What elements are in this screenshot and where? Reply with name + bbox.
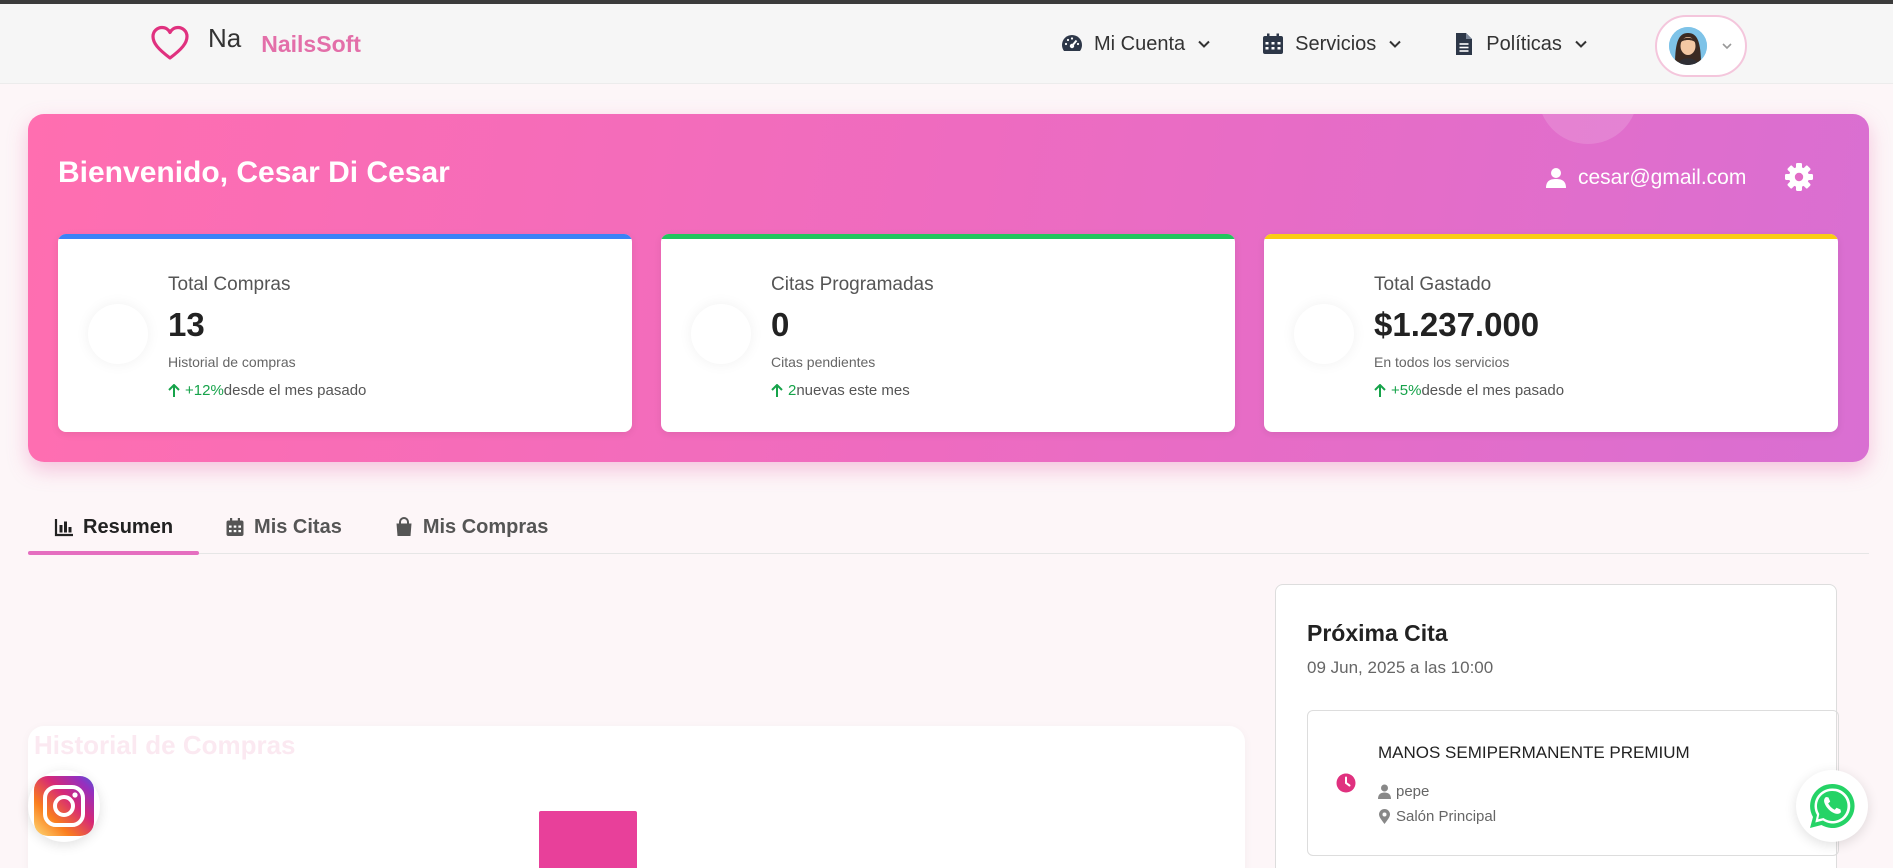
tab-label: Mis Compras	[422, 515, 549, 538]
service-name: MANOS SEMIPERMANENTE PREMIUM	[1378, 743, 1690, 762]
instagram-icon	[34, 776, 94, 836]
calendar-icon	[691, 304, 751, 364]
brand[interactable]: Na NailsSoft	[150, 22, 361, 64]
chevron-down-icon	[1198, 40, 1210, 48]
user-icon	[1546, 168, 1566, 188]
nav-label: Mi Cuenta	[1094, 32, 1186, 55]
purchase-history-panel: Historial de Compras	[28, 726, 1245, 868]
card-accent-bar	[1264, 234, 1838, 239]
trend-text: nuevas este mes	[796, 382, 910, 399]
decorative-bubble	[1538, 114, 1638, 144]
tab-label: Resumen	[83, 515, 174, 538]
nav-menu: Mi Cuenta Servicios Políticas	[1060, 32, 1638, 56]
chevron-down-icon	[1722, 43, 1732, 50]
heart-icon	[150, 24, 190, 64]
stat-label: Total Compras	[168, 274, 291, 295]
history-title: Historial de Compras	[34, 730, 296, 760]
document-icon	[1456, 33, 1473, 55]
card-accent-bar	[58, 234, 632, 239]
gauge-icon	[1062, 35, 1082, 51]
next-appointment-title: Próxima Cita	[1307, 620, 1448, 646]
tab-mis-citas[interactable]: Mis Citas	[199, 502, 368, 552]
stat-card-total-compras: Total Compras 13 Historial de compras +1…	[58, 234, 632, 432]
calendar-icon	[1263, 33, 1284, 54]
stat-value: 13	[168, 306, 205, 343]
stat-trend: +12% desde el mes pasado	[168, 382, 366, 399]
staff-name: pepe	[1396, 783, 1430, 800]
logo-image: Na	[208, 22, 242, 53]
location-name: Salón Principal	[1396, 808, 1497, 825]
stat-value: $1.237.000	[1374, 306, 1540, 343]
stat-subtitle: Historial de compras	[168, 354, 296, 370]
email-text: cesar@gmail.com	[1578, 166, 1747, 189]
map-pin-icon	[1379, 809, 1390, 824]
chevron-down-icon	[1575, 40, 1587, 48]
gear-icon[interactable]	[1784, 162, 1814, 192]
bag-icon	[396, 517, 412, 536]
user-icon	[1378, 784, 1391, 799]
calendar-icon	[226, 518, 244, 536]
instagram-button[interactable]	[28, 770, 100, 842]
card-accent-bar	[661, 234, 1235, 239]
staff-line: pepe	[1378, 783, 1429, 800]
arrow-up-icon	[168, 383, 180, 397]
tab-mis-compras[interactable]: Mis Compras	[368, 502, 575, 552]
wallet-icon	[1294, 304, 1354, 364]
trend-value: +5%	[1391, 382, 1422, 399]
appointment-detail[interactable]: MANOS SEMIPERMANENTE PREMIUM pepe Salón …	[1307, 710, 1839, 856]
profile-menu-button[interactable]	[1655, 15, 1747, 77]
arrow-up-icon	[1374, 383, 1386, 397]
stat-subtitle: En todos los servicios	[1374, 354, 1510, 370]
welcome-banner: Bienvenido, Cesar Di Cesar cesar@gmail.c…	[28, 114, 1869, 462]
whatsapp-icon	[1810, 783, 1855, 828]
clock-icon	[1336, 773, 1356, 793]
nav-politicas[interactable]: Políticas	[1452, 32, 1588, 56]
next-appointment-date: 09 Jun, 2025 a las 10:00	[1307, 658, 1494, 677]
nav-mi-cuenta[interactable]: Mi Cuenta	[1060, 32, 1211, 56]
trend-text: desde el mes pasado	[223, 382, 367, 399]
trend-text: desde el mes pasado	[1421, 382, 1565, 399]
stat-value: 0	[771, 306, 790, 343]
location-line: Salón Principal	[1378, 808, 1496, 825]
nav-label: Políticas	[1486, 32, 1562, 55]
nav-label: Servicios	[1295, 32, 1377, 55]
chart-bar	[539, 811, 637, 868]
stat-label: Citas Programadas	[771, 274, 934, 295]
stat-subtitle: Citas pendientes	[771, 354, 876, 370]
trend-value: 2	[788, 382, 797, 399]
tab-label: Mis Citas	[254, 515, 342, 538]
navbar: Na NailsSoft Mi Cuenta Servicios Polític…	[0, 4, 1893, 84]
home-icon	[88, 304, 148, 364]
trend-value: +12%	[185, 382, 224, 399]
stat-card-citas-programadas: Citas Programadas 0 Citas pendientes 2 n…	[661, 234, 1235, 432]
whatsapp-button[interactable]	[1796, 770, 1868, 842]
tab-resumen[interactable]: Resumen	[28, 502, 200, 555]
chart-icon	[54, 519, 73, 537]
chevron-down-icon	[1389, 40, 1402, 48]
stat-trend: 2 nuevas este mes	[771, 382, 910, 399]
avatar	[1669, 27, 1707, 65]
next-appointment-card: Próxima Cita 09 Jun, 2025 a las 10:00 MA…	[1275, 584, 1839, 868]
stat-card-total-gastado: Total Gastado $1.237.000 En todos los se…	[1264, 234, 1838, 432]
welcome-title: Bienvenido, Cesar Di Cesar	[58, 156, 450, 189]
stat-trend: +5% desde el mes pasado	[1374, 382, 1564, 399]
nav-servicios[interactable]: Servicios	[1261, 32, 1402, 56]
user-email: cesar@gmail.com	[1546, 166, 1746, 190]
dashboard-tabs: Resumen Mis Citas Mis Compras	[28, 502, 1869, 555]
stat-label: Total Gastado	[1374, 274, 1492, 295]
brand-name: NailsSoft	[261, 30, 361, 57]
arrow-up-icon	[771, 383, 783, 397]
